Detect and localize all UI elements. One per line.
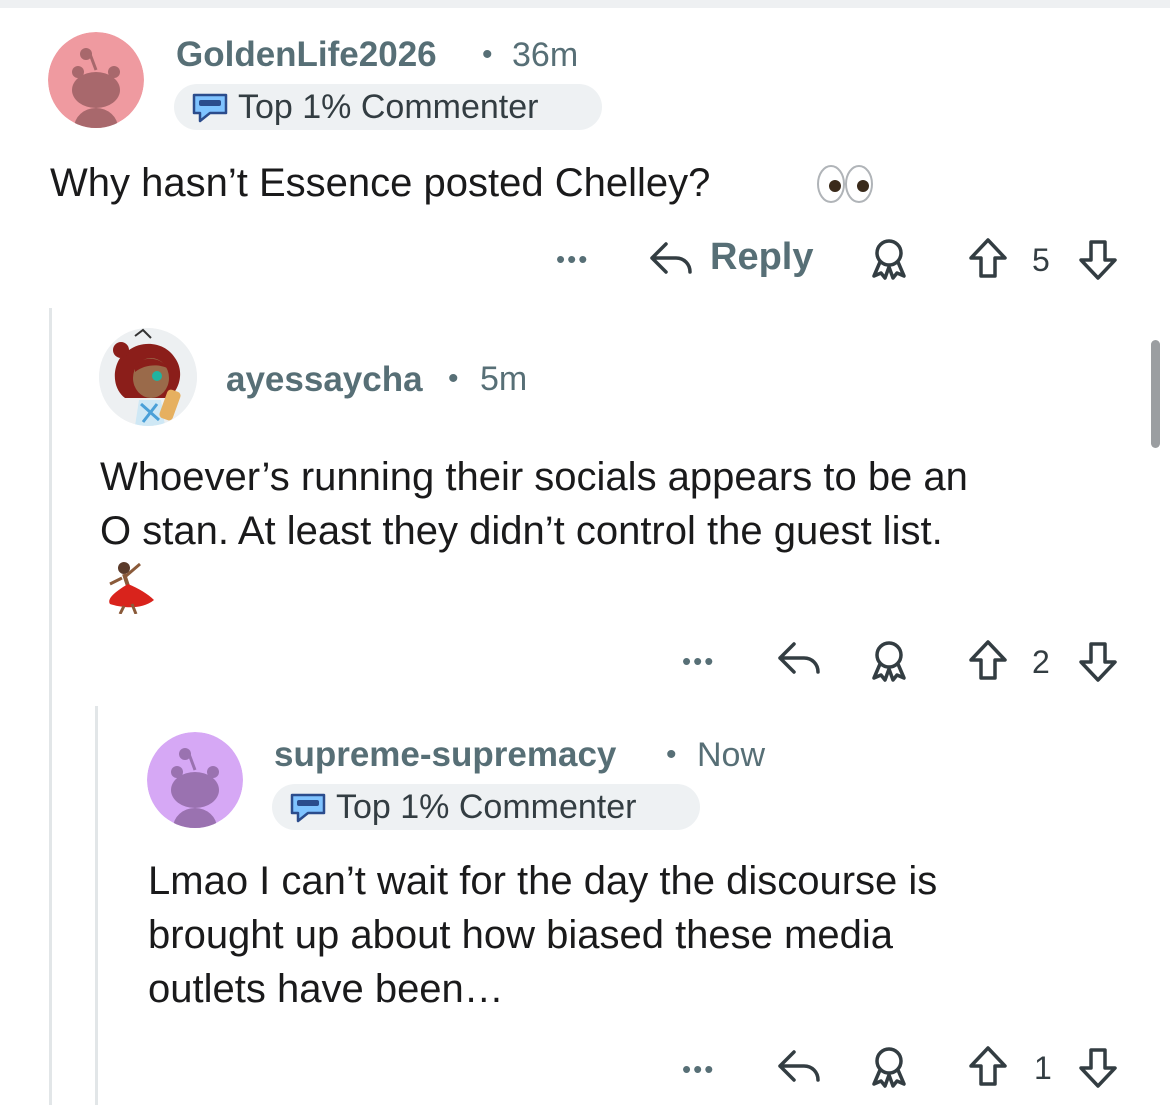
reply-label: Reply bbox=[710, 236, 814, 278]
reply-arrow-icon bbox=[778, 642, 820, 674]
meta-separator: • bbox=[448, 362, 459, 395]
award-button[interactable] bbox=[868, 236, 910, 285]
comment-body-line: O stan. At least they didn’t control the… bbox=[100, 509, 943, 553]
dancer-emoji bbox=[102, 560, 158, 619]
comment-body-line: brought up about how biased these media bbox=[148, 913, 893, 957]
comment-body-line: Whoever’s running their socials appears … bbox=[100, 455, 968, 499]
downvote-arrow-icon bbox=[1079, 642, 1117, 682]
vote-count: 5 bbox=[1032, 242, 1050, 278]
downvote-button[interactable] bbox=[1078, 640, 1118, 689]
vote-count: 2 bbox=[1032, 644, 1050, 680]
commenter-badge-icon bbox=[192, 93, 228, 123]
eyes-emoji bbox=[816, 164, 874, 209]
more-options-button[interactable]: ••• bbox=[682, 1054, 715, 1085]
comment-username[interactable]: GoldenLife2026 bbox=[176, 35, 437, 75]
downvote-arrow-icon bbox=[1079, 1048, 1117, 1088]
meta-separator: • bbox=[666, 738, 677, 771]
upvote-button[interactable] bbox=[968, 236, 1008, 285]
thread-line-level-2[interactable] bbox=[95, 706, 98, 1105]
comment-thread-screen: GoldenLife2026 • 36m Top 1% Commenter Wh… bbox=[0, 0, 1170, 1105]
award-button[interactable] bbox=[868, 1044, 910, 1093]
vote-count: 1 bbox=[1034, 1050, 1052, 1086]
snoo-avatar-icon bbox=[48, 32, 144, 128]
commenter-badge[interactable]: Top 1% Commenter bbox=[272, 784, 700, 830]
comment-body-line: Lmao I can’t wait for the day the discou… bbox=[148, 859, 938, 903]
thread-line-level-1[interactable] bbox=[49, 308, 52, 1105]
comment-username[interactable]: supreme-supremacy bbox=[274, 735, 616, 775]
upvote-button[interactable] bbox=[968, 638, 1008, 687]
comment-time: Now bbox=[697, 736, 766, 774]
reply-arrow-icon bbox=[650, 241, 692, 274]
badge-label: Top 1% Commenter bbox=[238, 87, 539, 126]
avatar[interactable] bbox=[147, 732, 243, 828]
award-icon bbox=[872, 239, 906, 280]
reply-button[interactable] bbox=[776, 638, 822, 683]
upvote-arrow-icon bbox=[969, 238, 1007, 278]
custom-avatar-icon bbox=[99, 328, 197, 426]
upvote-button[interactable] bbox=[968, 1044, 1008, 1093]
commenter-badge-icon bbox=[290, 793, 326, 823]
avatar[interactable] bbox=[48, 32, 144, 128]
downvote-button[interactable] bbox=[1078, 1046, 1118, 1095]
upvote-arrow-icon bbox=[969, 640, 1007, 680]
snoo-avatar-icon bbox=[147, 732, 243, 828]
comment-time: 36m bbox=[512, 36, 579, 74]
more-options-button[interactable]: ••• bbox=[682, 646, 715, 677]
reply-button[interactable]: Reply bbox=[648, 236, 813, 279]
upvote-arrow-icon bbox=[969, 1046, 1007, 1086]
comment-username[interactable]: ayessaycha bbox=[226, 360, 423, 400]
award-icon bbox=[872, 641, 906, 682]
reply-arrow-icon bbox=[778, 1050, 820, 1082]
avatar[interactable] bbox=[99, 328, 197, 426]
downvote-button[interactable] bbox=[1078, 238, 1118, 287]
commenter-badge[interactable]: Top 1% Commenter bbox=[174, 84, 602, 130]
award-button[interactable] bbox=[868, 638, 910, 687]
comment-body-line: outlets have been… bbox=[148, 967, 504, 1011]
comment-time: 5m bbox=[480, 360, 528, 398]
more-options-button[interactable]: ••• bbox=[556, 244, 589, 275]
badge-label: Top 1% Commenter bbox=[336, 787, 637, 826]
comment-body-line: Why hasn’t Essence posted Chelley? bbox=[50, 161, 711, 205]
top-divider bbox=[0, 0, 1170, 8]
scrollbar[interactable] bbox=[1151, 340, 1160, 448]
downvote-arrow-icon bbox=[1079, 240, 1117, 280]
reply-button[interactable] bbox=[776, 1046, 822, 1091]
award-icon bbox=[872, 1047, 906, 1088]
meta-separator: • bbox=[482, 38, 493, 71]
